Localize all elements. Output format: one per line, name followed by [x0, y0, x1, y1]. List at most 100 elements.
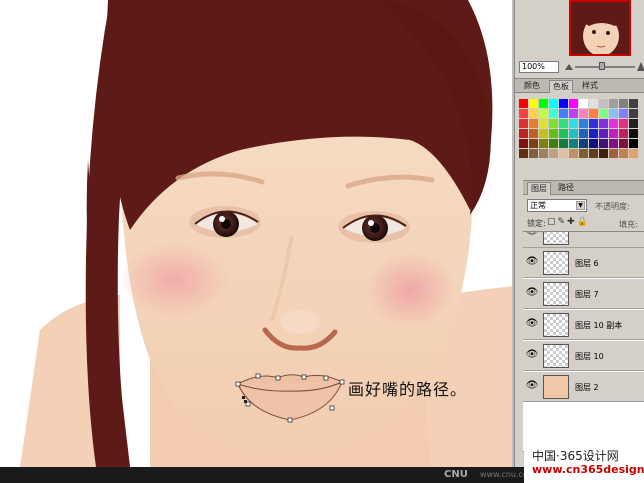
color-swatch[interactable] [519, 139, 528, 148]
document-canvas[interactable]: 画好嘴的路径。 [0, 0, 524, 467]
zoom-slider-track[interactable] [575, 66, 635, 68]
color-swatch[interactable] [539, 109, 548, 118]
blend-mode-select[interactable]: 正常 ▼ [527, 199, 587, 212]
tab-color[interactable]: 颜色 [521, 80, 543, 93]
color-swatch[interactable] [559, 149, 568, 158]
color-swatch[interactable] [559, 129, 568, 138]
color-swatch[interactable] [529, 119, 538, 128]
color-swatch[interactable] [579, 149, 588, 158]
color-swatch[interactable] [549, 139, 558, 148]
color-swatch[interactable] [609, 139, 618, 148]
color-swatch[interactable] [549, 129, 558, 138]
color-swatch[interactable] [609, 119, 618, 128]
color-swatch[interactable] [589, 109, 598, 118]
color-swatch[interactable] [619, 119, 628, 128]
color-swatch[interactable] [619, 99, 628, 108]
color-swatch[interactable] [589, 119, 598, 128]
layer-row[interactable]: 👁 图层 2 [523, 372, 644, 402]
zoom-in-icon[interactable] [637, 60, 644, 72]
color-swatch[interactable] [629, 119, 638, 128]
color-swatch[interactable] [619, 129, 628, 138]
color-swatch[interactable] [549, 99, 558, 108]
color-swatch[interactable] [559, 119, 568, 128]
color-swatch[interactable] [519, 149, 528, 158]
color-swatch[interactable] [529, 129, 538, 138]
color-swatch[interactable] [599, 109, 608, 118]
color-swatch[interactable] [599, 139, 608, 148]
color-swatch[interactable] [609, 149, 618, 158]
color-swatch[interactable] [549, 119, 558, 128]
color-swatch[interactable] [619, 109, 628, 118]
color-swatch[interactable] [569, 139, 578, 148]
lock-all-icon[interactable]: 🔒 [577, 217, 590, 227]
color-swatch[interactable] [539, 149, 548, 158]
color-swatch[interactable] [599, 99, 608, 108]
visibility-eye-icon[interactable]: 👁 [525, 256, 539, 268]
color-swatch[interactable] [549, 149, 558, 158]
zoom-out-icon[interactable] [565, 60, 573, 72]
visibility-eye-icon[interactable]: 👁 [525, 380, 539, 392]
color-swatch[interactable] [579, 129, 588, 138]
layer-row[interactable]: 👁 图层 10 副本 [523, 310, 644, 340]
color-swatch[interactable] [559, 139, 568, 148]
color-swatch[interactable] [569, 109, 578, 118]
color-swatch[interactable] [619, 139, 628, 148]
color-swatch[interactable] [539, 99, 548, 108]
visibility-eye-icon[interactable]: 👁 [525, 287, 539, 299]
lock-position-icon[interactable]: ✚ [567, 217, 577, 227]
layer-row[interactable]: 👁 [523, 232, 644, 248]
color-swatch[interactable] [519, 109, 528, 118]
color-swatch[interactable] [519, 99, 528, 108]
color-swatch[interactable] [579, 109, 588, 118]
layer-row[interactable]: 👁 图层 10 [523, 341, 644, 371]
visibility-eye-icon[interactable]: 👁 [525, 318, 539, 330]
tab-swatches[interactable]: 色板 [549, 80, 573, 93]
tab-layers[interactable]: 图层 [527, 182, 551, 195]
layer-row[interactable]: 👁 图层 7 [523, 279, 644, 309]
color-swatch[interactable] [569, 149, 578, 158]
lock-transparency-icon[interactable]: ▢ [547, 217, 558, 227]
color-swatch[interactable] [569, 129, 578, 138]
color-swatch[interactable] [629, 109, 638, 118]
color-swatch[interactable] [589, 129, 598, 138]
layer-row[interactable]: 👁 图层 6 [523, 248, 644, 278]
color-swatch[interactable] [529, 109, 538, 118]
visibility-eye-icon[interactable]: 👁 [525, 349, 539, 361]
color-swatch[interactable] [599, 129, 608, 138]
color-swatch[interactable] [589, 149, 598, 158]
color-swatch[interactable] [529, 149, 538, 158]
color-swatch[interactable] [529, 139, 538, 148]
color-swatch[interactable] [629, 139, 638, 148]
tab-paths[interactable]: 路径 [555, 182, 577, 195]
color-swatch[interactable] [629, 149, 638, 158]
color-swatch[interactable] [549, 109, 558, 118]
color-swatch[interactable] [579, 139, 588, 148]
tab-styles[interactable]: 样式 [579, 80, 601, 93]
color-swatch[interactable] [629, 99, 638, 108]
color-swatch[interactable] [519, 119, 528, 128]
color-swatch[interactable] [589, 139, 598, 148]
color-swatch[interactable] [529, 99, 538, 108]
zoom-slider-handle[interactable] [599, 62, 605, 70]
color-swatch[interactable] [539, 119, 548, 128]
color-swatch[interactable] [619, 149, 628, 158]
color-swatch[interactable] [579, 119, 588, 128]
color-swatch[interactable] [559, 99, 568, 108]
visibility-eye-icon[interactable]: 👁 [525, 232, 539, 238]
color-swatch[interactable] [539, 129, 548, 138]
color-swatch[interactable] [569, 119, 578, 128]
color-swatch[interactable] [599, 119, 608, 128]
navigator-thumbnail[interactable] [569, 0, 631, 56]
zoom-level-field[interactable]: 100% [519, 61, 559, 73]
color-swatch[interactable] [609, 109, 618, 118]
color-swatch[interactable] [629, 129, 638, 138]
color-swatch[interactable] [579, 99, 588, 108]
lock-paint-icon[interactable]: ✎ [558, 217, 568, 227]
color-swatch[interactable] [559, 109, 568, 118]
color-swatch[interactable] [519, 129, 528, 138]
color-swatch[interactable] [569, 99, 578, 108]
color-swatch[interactable] [599, 149, 608, 158]
color-swatch[interactable] [609, 129, 618, 138]
color-swatch[interactable] [609, 99, 618, 108]
color-swatch[interactable] [589, 99, 598, 108]
